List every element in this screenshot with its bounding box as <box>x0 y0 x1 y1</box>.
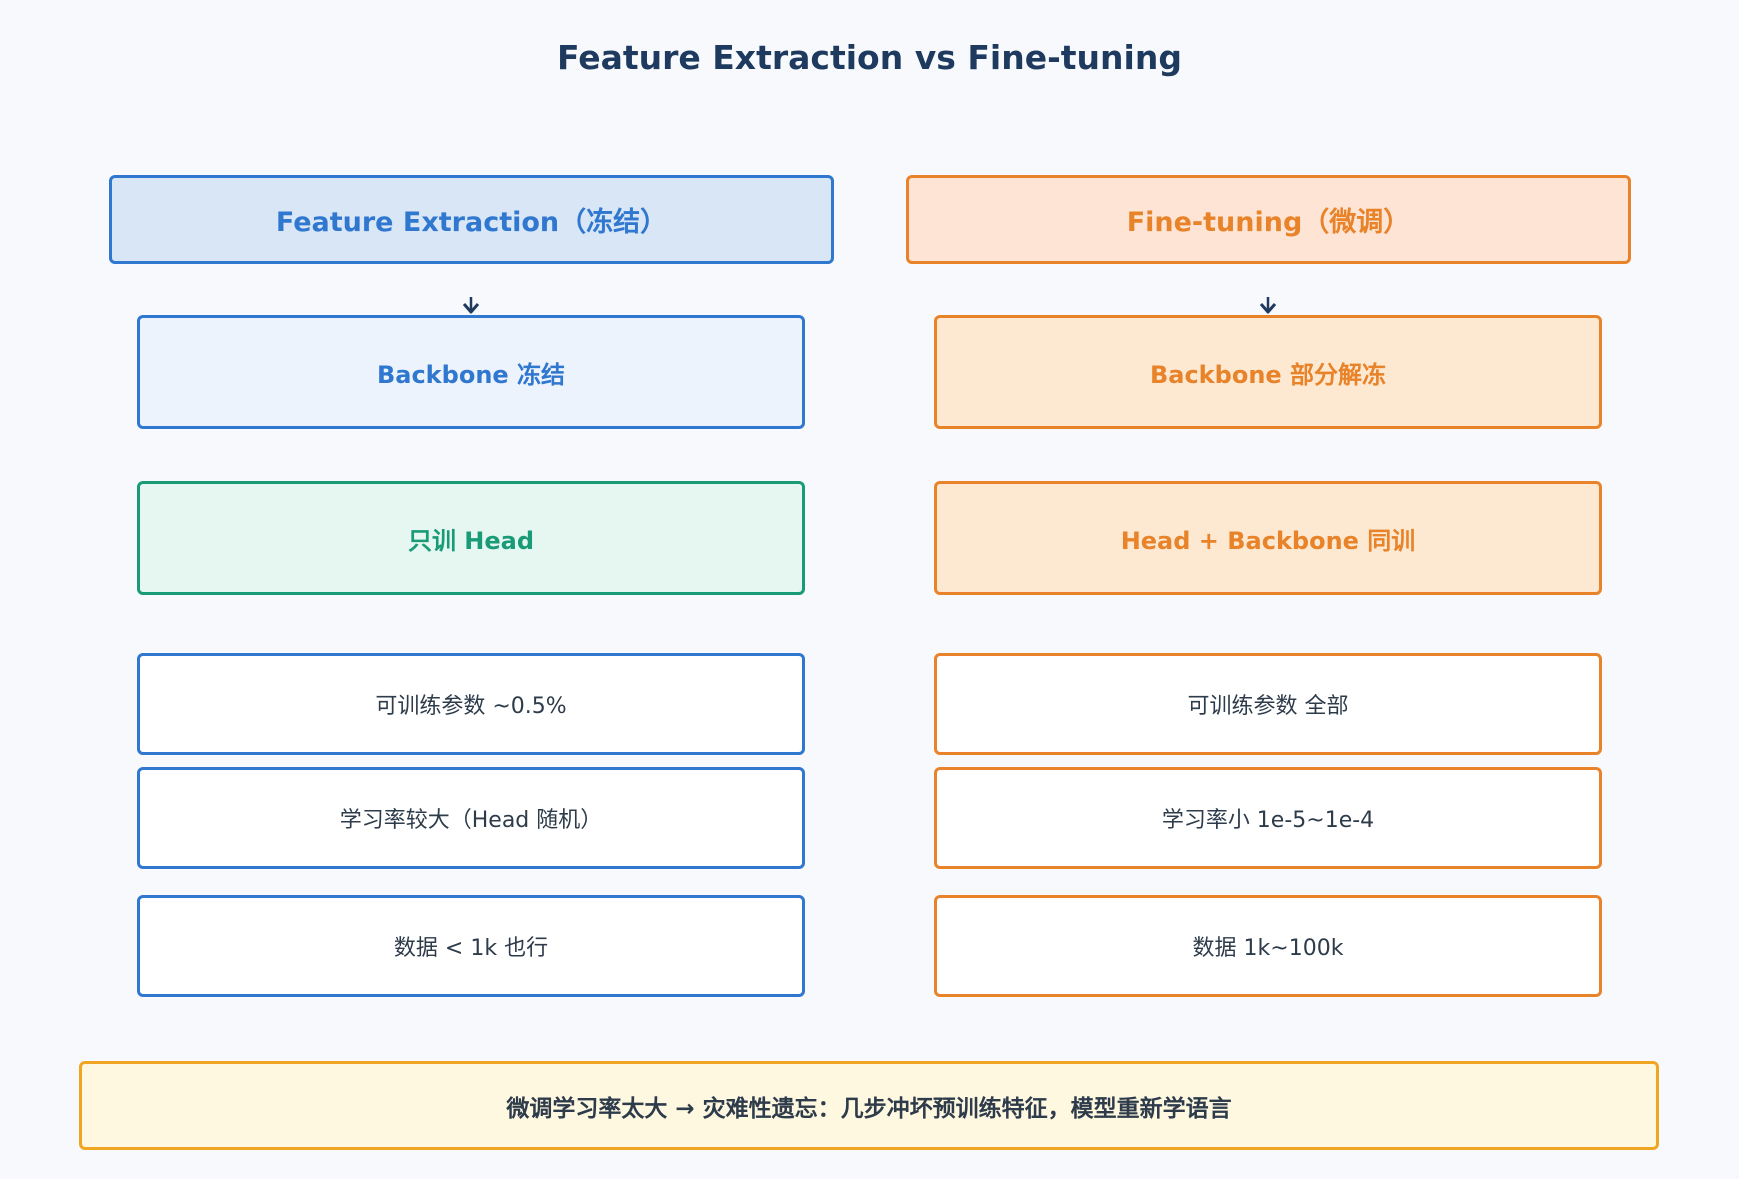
head-backbone-joint-train-box: Head + Backbone 同训 <box>934 481 1602 595</box>
left-info-params: 可训练参数 ~0.5% <box>137 653 805 755</box>
feature-extraction-header: Feature Extraction（冻结） <box>109 175 834 264</box>
backbone-partial-unfreeze-box: Backbone 部分解冻 <box>934 315 1602 429</box>
right-info-params: 可训练参数 全部 <box>934 653 1602 755</box>
train-head-only-box: 只训 Head <box>137 481 805 595</box>
left-info-data: 数据 < 1k 也行 <box>137 895 805 997</box>
warning-callout: 微调学习率太大 → 灾难性遗忘：几步冲坏预训练特征，模型重新学语言 <box>79 1061 1659 1150</box>
backbone-frozen-box: Backbone 冻结 <box>137 315 805 429</box>
fine-tuning-header: Fine-tuning（微调） <box>906 175 1631 264</box>
left-info-lr: 学习率较大（Head 随机） <box>137 767 805 869</box>
diagram-title: Feature Extraction vs Fine-tuning <box>557 38 1182 77</box>
right-info-data: 数据 1k~100k <box>934 895 1602 997</box>
right-info-lr: 学习率小 1e-5~1e-4 <box>934 767 1602 869</box>
